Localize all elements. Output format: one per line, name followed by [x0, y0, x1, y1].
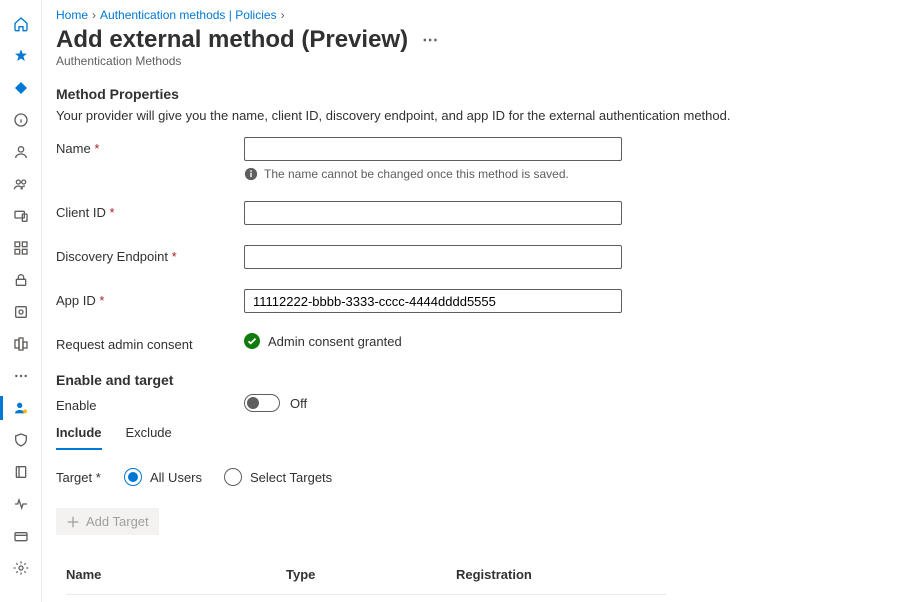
enable-toggle[interactable] — [244, 394, 280, 412]
col-header-type: Type — [286, 567, 456, 582]
enable-label: Enable — [56, 394, 244, 413]
nav-health-icon[interactable] — [0, 488, 42, 520]
name-input[interactable] — [244, 137, 622, 161]
required-indicator: * — [94, 141, 99, 156]
nav-apps-icon[interactable] — [0, 232, 42, 264]
chevron-right-icon: › — [92, 8, 96, 22]
clientid-label: Client ID — [56, 205, 106, 220]
more-icon[interactable]: ⋯ — [422, 30, 438, 50]
appid-input[interactable] — [244, 289, 622, 313]
consent-status: Admin consent granted — [268, 334, 402, 349]
nav-home-icon[interactable] — [0, 8, 42, 40]
col-header-name: Name — [66, 567, 286, 582]
nav-diamond-icon[interactable] — [0, 72, 42, 104]
nav-settings-icon[interactable] — [0, 552, 42, 584]
breadcrumb: Home › Authentication methods | Policies… — [56, 8, 881, 22]
required-indicator: * — [172, 249, 177, 264]
nav-identity-icon[interactable] — [0, 392, 42, 424]
crumb-methods[interactable]: Authentication methods | Policies — [100, 8, 277, 22]
radio-all-label: All Users — [150, 470, 202, 485]
section-enable-target: Enable and target — [56, 372, 881, 388]
checkmark-circle-icon — [244, 333, 260, 349]
radio-icon — [124, 468, 142, 486]
nav-book-icon[interactable] — [0, 456, 42, 488]
section-desc: Your provider will give you the name, cl… — [56, 108, 881, 123]
plus-icon — [66, 515, 80, 529]
info-icon — [244, 167, 258, 181]
radio-all-users[interactable]: All Users — [124, 468, 202, 486]
radio-select-label: Select Targets — [250, 470, 332, 485]
enable-state: Off — [290, 396, 307, 411]
nav-more-icon[interactable] — [0, 360, 42, 392]
nav-policy-icon[interactable] — [0, 296, 42, 328]
tab-include[interactable]: Include — [56, 421, 102, 450]
chevron-right-icon: › — [281, 8, 285, 22]
required-indicator: * — [99, 293, 104, 308]
required-indicator: * — [96, 470, 101, 485]
nav-lock-icon[interactable] — [0, 264, 42, 296]
required-indicator: * — [109, 205, 114, 220]
tab-exclude[interactable]: Exclude — [126, 421, 172, 450]
targets-table: Name Type Registration All Users Group O… — [66, 555, 666, 602]
radio-icon — [224, 468, 242, 486]
add-target-button: Add Target — [56, 508, 159, 535]
discovery-label: Discovery Endpoint — [56, 249, 168, 264]
nav-org-icon[interactable] — [0, 328, 42, 360]
add-target-label: Add Target — [86, 514, 149, 529]
section-method-properties: Method Properties — [56, 86, 881, 102]
crumb-home[interactable]: Home — [56, 8, 88, 22]
nav-shield-icon[interactable] — [0, 424, 42, 456]
discovery-input[interactable] — [244, 245, 622, 269]
name-label: Name — [56, 141, 91, 156]
nav-people-icon[interactable] — [0, 168, 42, 200]
nav-info-icon[interactable] — [0, 104, 42, 136]
main-content: Home › Authentication methods | Policies… — [42, 0, 901, 602]
page-title: Add external method (Preview) — [56, 26, 408, 54]
clientid-input[interactable] — [244, 201, 622, 225]
left-nav — [0, 0, 42, 602]
nav-person-icon[interactable] — [0, 136, 42, 168]
nav-favorites-icon[interactable] — [0, 40, 42, 72]
appid-label: App ID — [56, 293, 96, 308]
nav-devices-icon[interactable] — [0, 200, 42, 232]
nav-card-icon[interactable] — [0, 520, 42, 552]
name-helper-text: The name cannot be changed once this met… — [264, 167, 569, 181]
col-header-registration: Registration — [456, 567, 626, 582]
table-row: All Users Group Optional — [66, 595, 666, 602]
radio-select-targets[interactable]: Select Targets — [224, 468, 332, 486]
target-label: Target — [56, 470, 92, 485]
consent-label: Request admin consent — [56, 333, 244, 352]
page-subtitle: Authentication Methods — [56, 54, 881, 68]
